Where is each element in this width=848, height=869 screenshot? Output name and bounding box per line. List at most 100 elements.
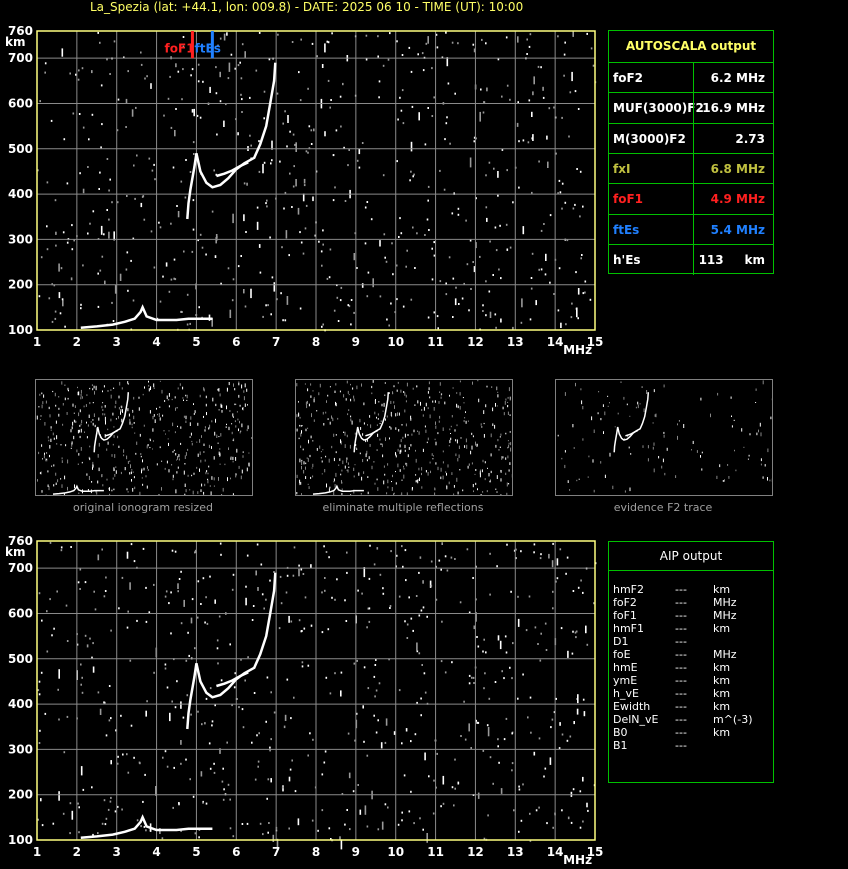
noise-dot <box>240 93 242 96</box>
noise-dot <box>401 89 404 92</box>
noise-dot <box>331 32 333 35</box>
noise-dot <box>173 766 175 769</box>
noise-dot <box>543 223 545 225</box>
aip-unit: km <box>713 674 731 687</box>
noise-dot <box>55 244 57 247</box>
noise-dot <box>245 585 247 588</box>
thumb-noise-dot <box>56 443 58 445</box>
thumb-noise-dot <box>50 429 52 431</box>
thumb-noise-dot <box>609 452 611 457</box>
thumb-noise-dot <box>376 416 377 419</box>
thumb-noise-dot <box>301 461 303 465</box>
noise-dot <box>495 249 498 252</box>
y-tick-label: 200 <box>8 788 33 802</box>
noise-dot <box>302 573 305 575</box>
thumb-noise-dot <box>354 432 356 435</box>
thumb-noise-dot <box>735 469 737 472</box>
thumb-noise-dot <box>509 396 511 401</box>
x-tick-label: 13 <box>507 335 524 349</box>
thumb-noise-dot <box>769 479 771 482</box>
noise-dot <box>310 129 313 132</box>
noise-dot <box>126 753 128 756</box>
thumb-noise-dot <box>131 423 133 426</box>
noise-dot <box>402 122 405 125</box>
noise-dot <box>175 108 177 110</box>
noise-dot <box>246 554 249 557</box>
thumb-noise-dot <box>299 479 301 484</box>
noise-dot <box>109 178 111 181</box>
noise-dot <box>533 76 535 85</box>
thumb-noise-dot <box>393 385 395 388</box>
noise-dot <box>476 636 478 638</box>
noise-dot <box>406 623 409 626</box>
noise-dot <box>337 320 340 322</box>
noise-dot <box>199 116 202 119</box>
noise-dot <box>311 42 314 45</box>
noise-dot <box>125 268 128 271</box>
thumb-noise-dot <box>438 401 440 404</box>
thumb-noise-dot <box>700 397 702 401</box>
x-tick-label: 1 <box>33 845 41 859</box>
noise-dot <box>413 822 415 825</box>
thumb-noise-dot <box>152 440 154 442</box>
thumb-noise-dot <box>587 476 589 478</box>
noise-dot <box>321 809 324 812</box>
thumb-noise-dot <box>607 405 609 407</box>
thumb-noise-dot <box>74 484 75 489</box>
thumb-noise-dot <box>598 391 600 393</box>
thumb-noise-dot <box>362 459 364 463</box>
noise-dot <box>267 778 270 781</box>
noise-dot <box>447 82 450 85</box>
noise-dot <box>51 634 53 637</box>
noise-dot <box>538 737 541 740</box>
noise-dot <box>227 783 230 786</box>
noise-dot <box>479 111 481 122</box>
noise-dot <box>442 802 445 805</box>
noise-dot <box>66 640 69 642</box>
noise-dot <box>587 809 589 812</box>
aip-key: hmF1 <box>613 622 645 635</box>
noise-dot <box>489 593 491 596</box>
thumb-noise-dot <box>214 431 216 436</box>
thumb-noise-dot <box>500 433 502 436</box>
noise-dot <box>457 42 459 45</box>
noise-dot <box>362 705 364 709</box>
noise-dot <box>441 542 443 545</box>
noise-dot <box>174 706 177 709</box>
thumb-noise-dot <box>191 442 193 446</box>
thumb-noise-dot <box>87 424 89 427</box>
thumb-noise-dot <box>118 445 120 448</box>
thumb-noise-dot <box>474 473 476 475</box>
thumb-noise-dot <box>459 469 461 471</box>
thumb-noise-dot <box>221 410 223 413</box>
noise-dot <box>457 207 460 210</box>
aip-row: Ewidth --- km <box>609 700 773 713</box>
noise-dot <box>298 568 300 577</box>
thumb-noise-dot <box>488 473 490 477</box>
noise-dot <box>189 322 191 325</box>
thumb-noise-dot <box>44 452 45 455</box>
noise-dot <box>427 107 429 109</box>
thumb-noise-dot <box>475 469 477 471</box>
thumb-noise-dot <box>508 444 510 448</box>
noise-dot <box>292 133 295 136</box>
noise-dot <box>109 800 112 803</box>
thumb-noise-dot <box>72 421 74 426</box>
thumb-noise-dot <box>770 416 772 420</box>
thumb-noise-dot <box>65 444 67 447</box>
autoscala-row-ftes: ftEs 5.4 MHz <box>609 213 773 245</box>
noise-dot <box>258 732 260 735</box>
noise-dot <box>189 778 191 781</box>
thumb-noise-dot <box>353 475 355 478</box>
thumb-noise-dot <box>246 429 248 432</box>
thumb-noise-dot <box>153 414 155 417</box>
noise-dot <box>516 122 519 127</box>
noise-dot <box>60 549 63 552</box>
thumb-noise-dot <box>174 431 176 434</box>
noise-dot <box>271 276 274 279</box>
marker-label-ftes: ftEs <box>195 42 221 56</box>
noise-dot <box>310 624 313 627</box>
noise-dot <box>458 303 460 305</box>
thumb-noise-dot <box>320 451 322 453</box>
noise-dot <box>547 161 549 168</box>
